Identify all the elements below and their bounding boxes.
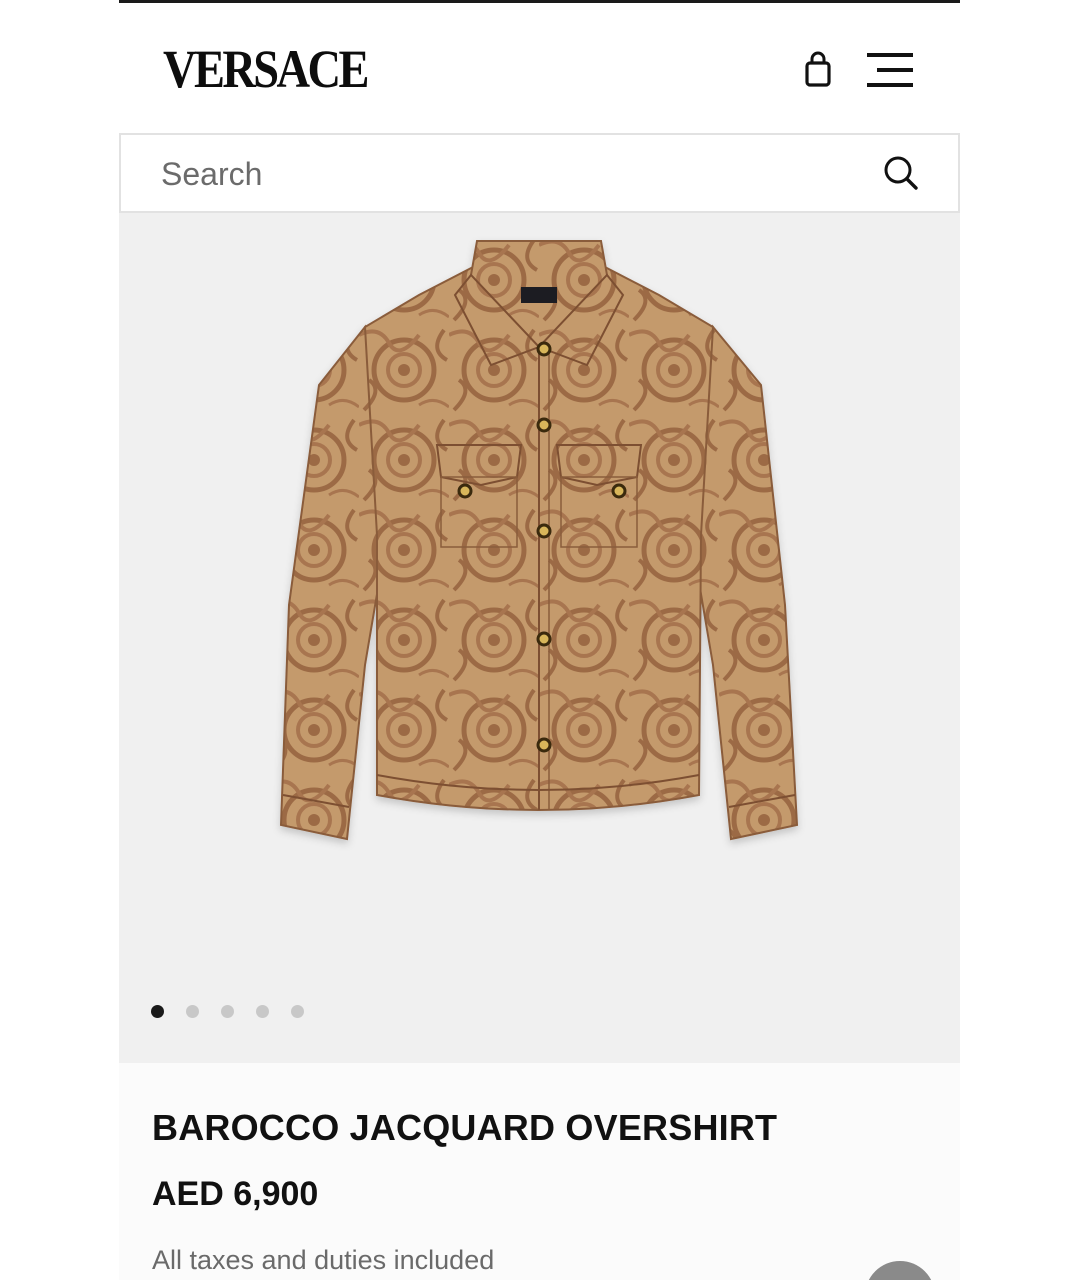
search-input[interactable] — [161, 149, 861, 199]
tax-note: All taxes and duties included — [152, 1245, 495, 1275]
carousel-dot[interactable] — [221, 1005, 234, 1018]
brand-logo[interactable]: VERSACE — [163, 39, 369, 99]
product-page: VERSACE Search BAROCCO JACQUARD OVERSHIR… — [119, 0, 960, 1280]
carousel-dot[interactable] — [256, 1005, 269, 1018]
shopping-bag-button[interactable] — [803, 49, 833, 89]
carousel-dot[interactable] — [291, 1005, 304, 1018]
shopping-bag-icon — [805, 51, 831, 87]
search-icon — [884, 156, 918, 190]
search-bar — [119, 133, 960, 213]
carousel-dot[interactable] — [186, 1005, 199, 1018]
carousel-dot[interactable] — [151, 1005, 164, 1018]
product-title: BAROCCO JACQUARD OVERSHIRT — [152, 1107, 778, 1148]
product-info: BAROCCO JACQUARD OVERSHIRT AED 6,900 All… — [119, 1063, 960, 1280]
hamburger-menu-icon — [867, 53, 913, 87]
menu-button[interactable] — [865, 51, 915, 89]
carousel-pagination — [151, 1005, 304, 1019]
product-image[interactable] — [269, 235, 809, 855]
search-button[interactable] — [881, 153, 921, 193]
site-header: VERSACE — [119, 3, 960, 133]
product-gallery[interactable] — [119, 213, 960, 1063]
product-price: AED 6,900 — [152, 1175, 319, 1213]
floating-action-button[interactable] — [865, 1261, 935, 1280]
